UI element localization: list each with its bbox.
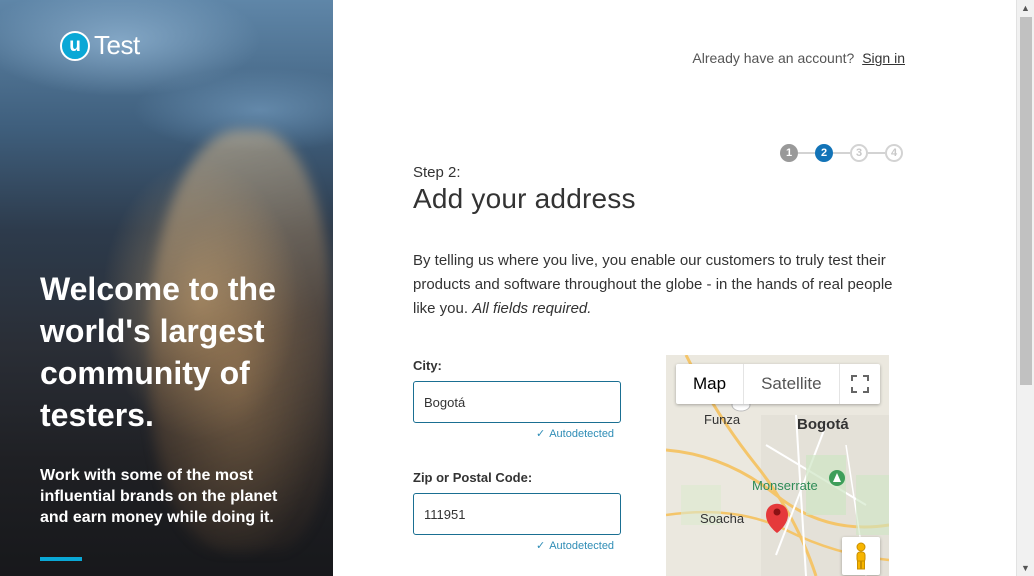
scroll-up-icon[interactable]: ▲ (1021, 3, 1030, 13)
step-connector (868, 152, 885, 154)
zip-input[interactable] (413, 493, 621, 535)
map-type-controls: Map Satellite (676, 364, 880, 404)
map-label-soacha: Soacha (700, 511, 745, 526)
step-connector (833, 152, 850, 154)
hero-title: Welcome to the world's largest community… (40, 271, 276, 433)
scroll-thumb[interactable] (1020, 17, 1032, 385)
map-label-bogota: Bogotá (797, 416, 849, 433)
city-label: City: (413, 358, 442, 373)
fullscreen-glyph (850, 375, 869, 393)
city-input[interactable] (413, 381, 621, 423)
signin-link[interactable]: Sign in (862, 50, 905, 66)
hero-panel: u Test Welcome to the world's largest co… (0, 0, 333, 576)
hero-subtitle: Work with some of the most influential b… (40, 467, 278, 526)
page-title: Add your address (413, 183, 636, 214)
zip-label: Zip or Postal Code: (413, 470, 533, 485)
step-connector (798, 152, 815, 154)
location-map[interactable]: Funza Bogotá Monserrate Soacha Map Satel… (666, 355, 889, 576)
step-2: 2 (815, 144, 833, 162)
map-label-funza: Funza (704, 412, 741, 427)
map-tab-map[interactable]: Map (676, 364, 745, 404)
progress-stepper: 1 2 3 4 (780, 144, 903, 162)
signin-prompt: Already have an account? Sign in (692, 50, 905, 66)
step-4: 4 (885, 144, 903, 162)
pegman-glyph (856, 542, 866, 570)
check-icon: ✓ (536, 540, 546, 552)
city-autodetected: ✓ Autodetected (536, 427, 615, 441)
hero-accent-bar (40, 557, 82, 561)
map-label-monserrate: Monserrate (752, 478, 818, 493)
zip-autodetected: ✓ Autodetected (536, 539, 615, 553)
pegman-icon[interactable] (842, 537, 880, 575)
step-1: 1 (780, 144, 798, 162)
intro-text: By telling us where you live, you enable… (413, 249, 893, 321)
page-scrollbar[interactable]: ▲ ▼ (1016, 0, 1034, 576)
logo-text: Test (94, 30, 140, 60)
intro-required-note: All fields required. (472, 300, 592, 317)
scroll-down-icon[interactable]: ▼ (1021, 563, 1030, 573)
zip-autodetected-text: Autodetected (549, 539, 615, 552)
utest-logo[interactable]: u Test (60, 30, 140, 61)
fullscreen-icon[interactable] (838, 364, 880, 404)
logo-badge: u (60, 30, 90, 61)
step-label: Step 2: (413, 164, 461, 181)
check-icon: ✓ (536, 428, 546, 440)
signin-prompt-text: Already have an account? (692, 50, 855, 66)
step-3: 3 (850, 144, 868, 162)
city-autodetected-text: Autodetected (549, 427, 615, 440)
map-tab-satellite[interactable]: Satellite (744, 364, 838, 404)
